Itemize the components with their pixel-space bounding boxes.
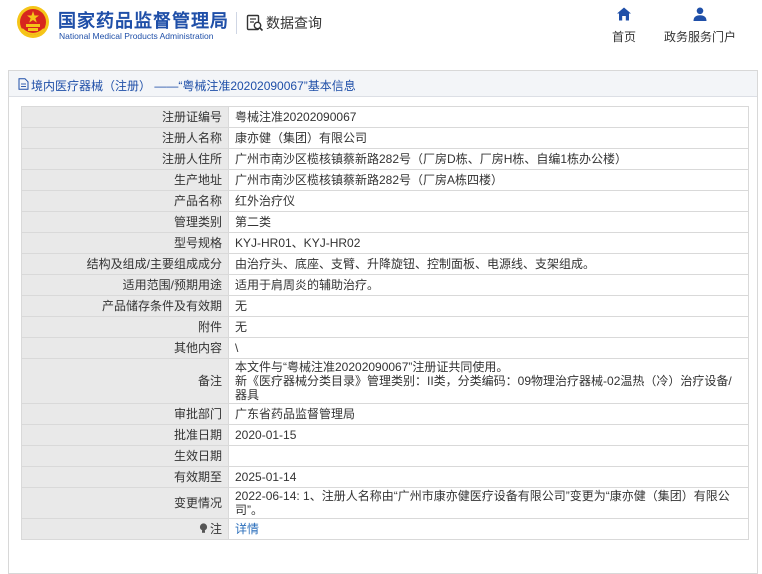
table-row: 注册人住所 广州市南沙区榄核镇蔡新路282号（厂房D栋、厂房H栋、自编1栋办公楼） — [21, 148, 749, 170]
row-label: 生效日期 — [21, 445, 229, 467]
row-label: 附件 — [21, 316, 229, 338]
row-value: 红外治疗仪 — [228, 190, 749, 212]
row-label: 审批部门 — [21, 403, 229, 425]
row-label: 型号规格 — [21, 232, 229, 254]
row-value: 无 — [228, 295, 749, 317]
detail-panel: 境内医疗器械（注册） ——“粤械注准20202090067”基本信息 注册证编号… — [8, 70, 758, 574]
table-row: 产品名称 红外治疗仪 — [21, 190, 749, 212]
agency-name-cn[interactable]: 国家药品监督管理局 — [58, 7, 229, 33]
site-header: 国家药品监督管理局 National Medical Products Admi… — [0, 0, 762, 58]
table-row: 生效日期 — [21, 445, 749, 467]
row-label: 注册证编号 — [21, 106, 229, 128]
row-label: 注册人名称 — [21, 127, 229, 149]
table-row: 注册人名称 康亦健（集团）有限公司 — [21, 127, 749, 149]
national-emblem-icon — [17, 6, 49, 38]
row-value: 无 — [228, 316, 749, 338]
user-icon — [693, 7, 707, 21]
row-value: 广东省药品监督管理局 — [228, 403, 749, 425]
table-row: 变更情况 2022-06-14: 1、注册人名称由“广州市康亦健医疗设备有限公司”… — [21, 487, 749, 519]
details-link[interactable]: 详情 — [235, 522, 259, 536]
table-row: 生产地址 广州市南沙区榄核镇蔡新路282号（厂房A栋四楼） — [21, 169, 749, 191]
row-value: 2025-01-14 — [228, 466, 749, 488]
row-label: 其他内容 — [21, 337, 229, 359]
row-label: 注册人住所 — [21, 148, 229, 170]
row-label: 生产地址 — [21, 169, 229, 191]
table-row: 附件无 — [21, 316, 749, 338]
table-row: 审批部门 广东省药品监督管理局 — [21, 403, 749, 425]
row-label: 管理类别 — [21, 211, 229, 233]
row-label: 备注 — [21, 358, 229, 404]
row-value: 2022-06-14: 1、注册人名称由“广州市康亦健医疗设备有限公司”变更为“… — [228, 487, 749, 519]
table-row: 结构及组成/主要组成成分 由治疗头、底座、支臂、升降旋钮、控制面板、电源线、支架组… — [21, 253, 749, 275]
registration-info-table: 注册证编号 粤械注准20202090067 注册人名称 康亦健（集团）有限公司 注册人住… — [21, 106, 749, 540]
panel-title-bar: 境内医疗器械（注册） ——“粤械注准20202090067”基本信息 — [9, 71, 757, 97]
panel-title: 境内医疗器械（注册） ——“粤械注准20202090067”基本信息 — [31, 79, 356, 93]
row-value: 本文件与“粤械注准20202090067”注册证共同使用。 新《医疗器械分类目录… — [228, 358, 749, 404]
row-value: \ — [228, 337, 749, 359]
data-query-icon — [246, 14, 264, 32]
row-label: 产品名称 — [21, 190, 229, 212]
table-row: 产品储存条件及有效期无 — [21, 295, 749, 317]
table-row: 备注 本文件与“粤械注准20202090067”注册证共同使用。 新《医疗器械分类… — [21, 358, 749, 404]
nav-service-portal-label: 政务服务门户 — [663, 30, 736, 44]
row-label: 结构及组成/主要组成成分 — [21, 253, 229, 275]
note-label-cell: 注 — [21, 518, 229, 540]
header-divider — [236, 12, 237, 34]
row-value: 康亦健（集团）有限公司 — [228, 127, 749, 149]
note-label: 注 — [209, 522, 222, 536]
row-value: 粤械注准20202090067 — [228, 106, 749, 128]
row-value: 2020-01-15 — [228, 424, 749, 446]
lightbulb-icon — [199, 523, 208, 533]
table-row: 批准日期 2020-01-15 — [21, 424, 749, 446]
document-icon — [18, 78, 29, 90]
table-row: 有效期至 2025-01-14 — [21, 466, 749, 488]
row-value: 适用于肩周炎的辅助治疗。 — [228, 274, 749, 296]
table-row: 管理类别 第二类 — [21, 211, 749, 233]
row-label: 变更情况 — [21, 487, 229, 519]
row-label: 适用范围/预期用途 — [21, 274, 229, 296]
row-value — [228, 445, 749, 467]
note-value-cell: 详情 — [228, 518, 749, 540]
row-value: KYJ-HR01、KYJ-HR02 — [228, 232, 749, 254]
table-row: 注册证编号 粤械注准20202090067 — [21, 106, 749, 128]
table-row: 适用范围/预期用途 适用于肩周炎的辅助治疗。 — [21, 274, 749, 296]
agency-name-en[interactable]: National Medical Products Administration — [59, 31, 214, 41]
table-row: 其他内容 \ — [21, 337, 749, 359]
row-label: 有效期至 — [21, 466, 229, 488]
row-label: 批准日期 — [21, 424, 229, 446]
table-row: 型号规格 KYJ-HR01、KYJ-HR02 — [21, 232, 749, 254]
row-value: 广州市南沙区榄核镇蔡新路282号（厂房D栋、厂房H栋、自编1栋办公楼） — [228, 148, 749, 170]
row-value: 由治疗头、底座、支臂、升降旋钮、控制面板、电源线、支架组成。 — [228, 253, 749, 275]
data-query-link[interactable]: 数据查询 — [266, 13, 322, 33]
home-icon — [617, 7, 631, 21]
nav-service-portal[interactable]: 政务服务门户 — [655, 6, 745, 45]
row-value: 第二类 — [228, 211, 749, 233]
row-value: 广州市南沙区榄核镇蔡新路282号（厂房A栋四楼） — [228, 169, 749, 191]
row-label: 产品储存条件及有效期 — [21, 295, 229, 317]
note-row: 注详情 — [21, 518, 749, 540]
